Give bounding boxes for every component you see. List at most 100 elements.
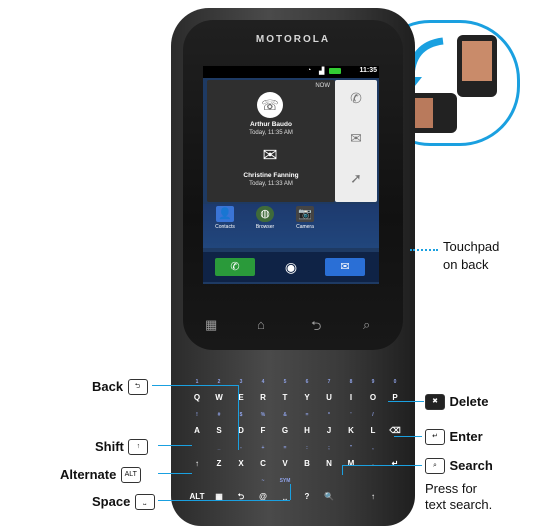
search-note-line1: Press for (425, 481, 478, 496)
keyboard-key[interactable]: # S (208, 412, 230, 441)
key-char: I (349, 393, 353, 402)
arrow-icon[interactable]: ➚ (335, 170, 377, 187)
key-alt-char: 4 (261, 379, 265, 385)
keyboard-key[interactable]: ALT (186, 485, 208, 507)
qwerty-keyboard: 1 Q 2 W 3 E 4 R 5 T 6 Y 7 U 8 I 9 O 0 P! A # S $ D% F & G = H * J ' K / L ⌫ ↑… (176, 376, 412, 526)
keyboard-key[interactable]: 4R (252, 379, 274, 408)
alt-key-icon: ALT (120, 466, 141, 483)
keyboard-key[interactable]: ~ @ (252, 478, 274, 507)
keyboard-key[interactable]: 🔍 (318, 485, 340, 507)
key-char: M (347, 459, 355, 468)
keyboard-key[interactable]: :B (296, 445, 318, 474)
key-char: . (371, 459, 375, 468)
keyboard-key[interactable]: ,. (362, 445, 384, 474)
key-char: L (370, 426, 376, 435)
enter-callout: ↵ Enter (425, 428, 483, 446)
keyboard-key[interactable]: ; N (318, 445, 340, 474)
keyboard-key[interactable]: SYM ⎵ (274, 478, 296, 507)
mail-icon[interactable]: ✉ (335, 130, 377, 147)
keyboard-key[interactable]: 5T (274, 379, 296, 408)
keyboard-key[interactable] (340, 485, 362, 507)
key-alt-char: _ (217, 445, 221, 451)
search-icon[interactable]: ⌕ (363, 317, 370, 333)
back-callout: Back ⮌ (92, 378, 148, 396)
keyboard-key[interactable]: 6Y (296, 379, 318, 408)
key-char: ? (304, 492, 310, 501)
key-char: ⌫ (389, 426, 401, 435)
key-alt-char: % (260, 412, 266, 418)
keyboard-key[interactable]: 8I (340, 379, 362, 408)
shift-callout-line (158, 445, 192, 446)
keyboard-key[interactable]: / L (362, 412, 384, 441)
keyboard-key[interactable]: 1Q (186, 379, 208, 408)
key-alt-char: 8 (349, 379, 353, 385)
missed-call-icon[interactable]: ☏ (257, 92, 283, 118)
menu-icon[interactable]: ▦ (205, 317, 217, 333)
keyboard-key[interactable]: 9O (362, 379, 384, 408)
keyboard-key[interactable]: * J (318, 412, 340, 441)
shift-callout: Shift ↑ (95, 438, 149, 456)
key-alt-char: 7 (327, 379, 331, 385)
touchpad-label: Touchpad (443, 239, 500, 254)
keyboard-key[interactable]: % F (252, 412, 274, 441)
keyboard-key[interactable]: ↵ (384, 452, 406, 474)
browser-icon: ◍ (256, 206, 274, 222)
keyboard-key[interactable]: -X (230, 445, 252, 474)
keyboard-key[interactable]: ⌫ (384, 419, 406, 441)
key-char: ↵ (391, 459, 399, 468)
key-alt-char: ~ (261, 478, 265, 484)
messaging-button[interactable]: ✉ (325, 258, 365, 276)
phone-icon[interactable]: ✆ (335, 90, 377, 107)
delete-key-icon: ✖ (425, 393, 445, 410)
notification-name[interactable]: Christine Fanning (207, 172, 335, 179)
space-callout-line (158, 500, 290, 501)
delete-callout-line (388, 401, 424, 402)
keyboard-key[interactable]: & G (274, 412, 296, 441)
keyboard-key[interactable]: $ D (230, 412, 252, 441)
keyboard-key[interactable]: ▦ (208, 485, 230, 507)
notification-sidebar: ✆ ✉ ➚ (335, 80, 377, 202)
keyboard-key[interactable]: 2W (208, 379, 230, 408)
keyboard-key[interactable]: = H (296, 412, 318, 441)
launcher-button[interactable]: ◉ (271, 258, 311, 276)
app-contacts[interactable]: 👤 Contacts (207, 206, 243, 230)
keyboard-key[interactable]: ' K (340, 412, 362, 441)
key-alt-char: * (328, 412, 330, 418)
key-char: R (260, 393, 266, 402)
notification-time: Today, 11:35 AM (249, 130, 293, 136)
key-char: N (326, 459, 332, 468)
search-key-icon: ⌕ (425, 457, 445, 474)
app-camera[interactable]: 📷 Camera (287, 206, 323, 230)
keyboard-key[interactable]: ⮌ (230, 485, 252, 507)
back-icon[interactable]: ⮌ (311, 317, 321, 339)
keyboard-key[interactable]: + C (252, 445, 274, 474)
keyboard-key[interactable]: " M (340, 445, 362, 474)
key-alt-char: - (240, 445, 242, 451)
keyboard-key[interactable]: 7U (318, 379, 340, 408)
keyboard-key[interactable]: ! A (186, 412, 208, 441)
message-icon[interactable]: ✉ (257, 146, 283, 164)
enter-key-icon: ↵ (425, 428, 445, 445)
key-alt-char: $ (239, 412, 243, 418)
notification-name[interactable]: Arthur Baudo (207, 121, 335, 128)
key-alt-char: ; (328, 445, 330, 451)
key-alt-char: SYM (279, 478, 291, 484)
keyboard-key[interactable]: ↑ (186, 452, 208, 474)
keyboard-key[interactable]: = V (274, 445, 296, 474)
key-alt-char: # (217, 412, 221, 418)
keyboard-key[interactable]: ↑ (362, 485, 384, 507)
key-alt-char: = (283, 445, 287, 451)
notification-time: Today, 11:33 AM (249, 181, 293, 187)
keyboard-key[interactable]: 0P (384, 379, 406, 408)
keyboard-key[interactable]: 3E (230, 379, 252, 408)
keyboard-key[interactable]: _ Z (208, 445, 230, 474)
dial-button[interactable]: ✆ (215, 258, 255, 276)
phone-back-photo (462, 41, 492, 81)
home-icon[interactable]: ⌂ (257, 317, 265, 332)
key-char: S (216, 426, 222, 435)
key-char: 🔍 (324, 492, 334, 501)
key-char: T (282, 393, 288, 402)
key-char: E (238, 393, 244, 402)
keyboard-key[interactable]: ? (296, 485, 318, 507)
app-browser[interactable]: ◍ Browser (247, 206, 283, 230)
